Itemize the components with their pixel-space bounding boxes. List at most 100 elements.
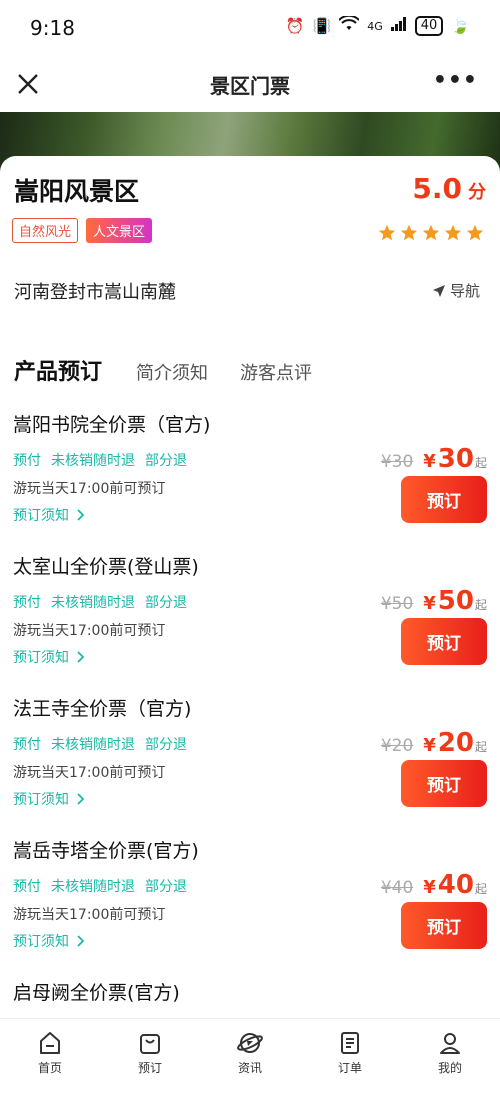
product-notice-label: 预订须知 <box>13 508 69 524</box>
chevron-right-icon <box>77 509 85 521</box>
product-notice-link[interactable]: 预订须知 <box>13 505 85 525</box>
product-name: 启母阙全价票(官方) <box>13 982 180 1004</box>
product-feature: 未核销随时退 <box>51 595 135 611</box>
wifi-icon <box>338 14 360 36</box>
navigation-arrow-icon <box>432 284 445 297</box>
product-feature: 预付 <box>13 737 41 753</box>
product-notice-link[interactable]: 预订须知 <box>13 789 85 809</box>
leaf-icon: 🍃 <box>451 17 470 35</box>
rating-stars <box>378 224 484 242</box>
product-booking-time: 游玩当天17:00前可预订 <box>13 481 166 497</box>
product-item: 太室山全价票(登山票) 预付 未核销随时退 部分退 游玩当天17:00前可预订 预订须… <box>0 552 500 694</box>
product-price: ¥20 ¥20 起 <box>381 728 487 758</box>
product-feature: 未核销随时退 <box>51 737 135 753</box>
tag-nature: 自然风光 <box>12 218 79 243</box>
current-price: 30 <box>437 444 474 474</box>
tabbar-orders[interactable]: 订单 <box>300 1019 400 1079</box>
book-button[interactable]: 预订 <box>401 476 487 523</box>
price-from-label: 起 <box>474 882 487 896</box>
current-price: 40 <box>437 870 474 900</box>
battery-icon: 40 <box>414 16 444 36</box>
scenic-address: 河南登封市嵩山南麓 <box>14 282 176 303</box>
score-value: 5.0 <box>412 172 462 205</box>
chevron-right-icon <box>77 935 85 947</box>
product-item: 嵩岳寺塔全价票(官方) 预付 未核销随时退 部分退 游玩当天17:00前可预订 预订须… <box>0 836 500 978</box>
product-notice-link[interactable]: 预订须知 <box>13 931 85 951</box>
navigate-label: 导航 <box>449 282 480 300</box>
tag-culture: 人文景区 <box>86 218 153 243</box>
tabbar-booking-label: 预订 <box>137 1061 162 1075</box>
current-price: 20 <box>437 728 474 758</box>
product-notice-label: 预订须知 <box>13 650 69 666</box>
currency-symbol: ¥ <box>423 451 436 472</box>
price-from-label: 起 <box>474 598 487 612</box>
chevron-right-icon <box>77 651 85 663</box>
status-bar: 9:18 ⏰ 📳 4G 40 🍃 <box>0 0 500 56</box>
product-feature: 预付 <box>13 453 41 469</box>
star-icon <box>400 224 418 241</box>
user-icon <box>440 1033 460 1054</box>
tabbar-mine-label: 我的 <box>437 1061 462 1075</box>
tabbar-home-label: 首页 <box>37 1061 62 1075</box>
document-icon <box>341 1032 359 1054</box>
detail-tabs: 产品预订 简介须知 游客点评 <box>14 354 344 386</box>
product-price: ¥40 ¥40 起 <box>381 870 487 900</box>
price-from-label: 起 <box>474 456 487 470</box>
product-item: 嵩阳书院全价票（官方) 预付 未核销随时退 部分退 游玩当天17:00前可预订 预订须… <box>0 410 500 552</box>
product-price: ¥30 ¥30 起 <box>381 444 487 474</box>
currency-symbol: ¥ <box>423 877 436 898</box>
product-booking-time: 游玩当天17:00前可预订 <box>13 623 166 639</box>
tabbar-orders-label: 订单 <box>337 1061 362 1075</box>
product-feature: 部分退 <box>145 737 187 753</box>
book-button[interactable]: 预订 <box>401 618 487 665</box>
tabbar-booking[interactable]: 预订 <box>100 1019 200 1079</box>
book-button[interactable]: 预订 <box>401 902 487 949</box>
star-icon <box>422 224 440 241</box>
product-name: 太室山全价票(登山票) <box>13 556 199 578</box>
product-booking-time: 游玩当天17:00前可预订 <box>13 765 166 781</box>
tab-reviews[interactable]: 游客点评 <box>240 359 312 385</box>
product-name: 法王寺全价票（官方) <box>13 698 192 720</box>
tabbar-mine[interactable]: 我的 <box>400 1019 500 1079</box>
product-features: 预付 未核销随时退 部分退 <box>13 450 187 470</box>
product-notice-link[interactable]: 预订须知 <box>13 647 85 667</box>
star-icon <box>378 224 396 241</box>
scenic-tags: 自然风光 人文景区 <box>12 218 153 243</box>
signal-icon <box>390 17 407 35</box>
currency-symbol: ¥ <box>423 735 436 756</box>
bottom-tab-bar: 首页 预订 资讯 订单 我的 <box>0 1018 500 1079</box>
product-feature: 预付 <box>13 879 41 895</box>
scenic-detail-card: 嵩阳风景区 5.0 分 自然风光 人文景区 河南登封市嵩山南麓 导航 产品预订 简… <box>0 156 500 1018</box>
product-feature: 未核销随时退 <box>51 879 135 895</box>
product-features: 预付 未核销随时退 部分退 <box>13 734 187 754</box>
tab-booking[interactable]: 产品预订 <box>14 354 102 386</box>
planet-icon <box>237 1033 263 1053</box>
home-icon <box>40 1032 60 1054</box>
product-feature: 预付 <box>13 595 41 611</box>
tabbar-home[interactable]: 首页 <box>0 1019 100 1079</box>
product-name: 嵩岳寺塔全价票(官方) <box>13 840 199 862</box>
page-title: 景区门票 <box>210 74 290 98</box>
product-feature: 未核销随时退 <box>51 453 135 469</box>
navigate-button[interactable]: 导航 <box>432 280 480 301</box>
tab-intro[interactable]: 简介须知 <box>136 359 208 385</box>
price-from-label: 起 <box>474 740 487 754</box>
product-feature: 部分退 <box>145 879 187 895</box>
nav-bar: 景区门票 ••• <box>0 56 500 112</box>
original-price: ¥30 <box>380 452 414 472</box>
more-icon[interactable]: ••• <box>433 68 478 93</box>
vibrate-icon: 📳 <box>312 17 332 35</box>
current-price: 50 <box>437 586 474 616</box>
product-notice-label: 预订须知 <box>13 934 69 950</box>
original-price: ¥40 <box>380 878 414 898</box>
bag-icon <box>140 1034 160 1054</box>
star-icon <box>444 224 462 241</box>
book-button[interactable]: 预订 <box>401 760 487 807</box>
tabbar-news[interactable]: 资讯 <box>200 1019 300 1079</box>
status-icons: ⏰ 📳 4G 40 🍃 <box>286 14 470 36</box>
product-item: 法王寺全价票（官方) 预付 未核销随时退 部分退 游玩当天17:00前可预订 预订须知… <box>0 694 500 836</box>
star-icon <box>466 224 484 241</box>
score-unit: 分 <box>468 182 486 203</box>
currency-symbol: ¥ <box>423 593 436 614</box>
product-name: 嵩阳书院全价票（官方) <box>13 414 211 436</box>
